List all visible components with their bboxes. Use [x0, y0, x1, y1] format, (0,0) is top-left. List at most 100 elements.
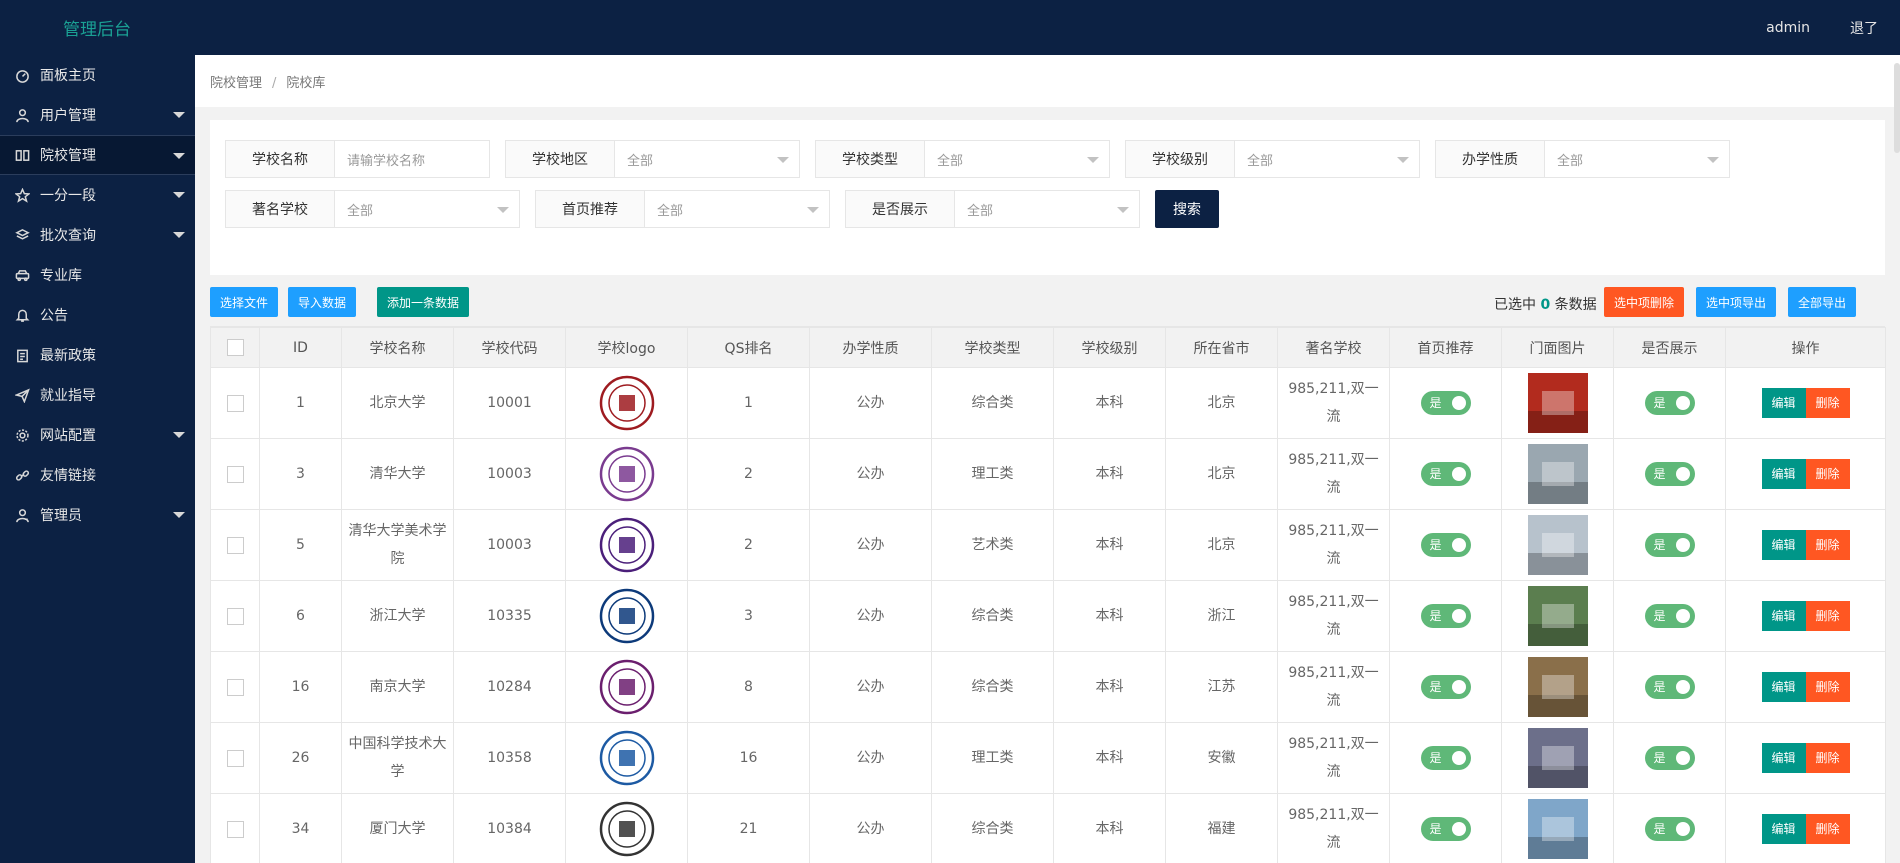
cell-photo: [1501, 651, 1614, 723]
recommend-toggle[interactable]: 是: [1420, 746, 1471, 770]
edit-button[interactable]: 编辑: [1761, 672, 1806, 702]
delete-selected-button[interactable]: 选中项删除: [1604, 287, 1685, 317]
breadcrumb-parent[interactable]: 院校管理: [210, 76, 262, 91]
chevron-down-icon[interactable]: [173, 192, 185, 198]
toggle-label: 是: [1653, 467, 1666, 481]
delete-button[interactable]: 删除: [1805, 530, 1850, 560]
delete-button[interactable]: 删除: [1805, 672, 1850, 702]
level-select[interactable]: 全部: [1235, 140, 1420, 178]
search-button[interactable]: 搜索: [1155, 190, 1219, 228]
school-logo-image: [598, 445, 656, 503]
gear-icon: [14, 427, 30, 443]
recommend-toggle[interactable]: 是: [1420, 533, 1471, 557]
row-checkbox[interactable]: [226, 607, 244, 625]
school-name-input[interactable]: 请输学校名称: [335, 140, 490, 178]
delete-button[interactable]: 删除: [1805, 814, 1850, 844]
chevron-down-icon[interactable]: [173, 512, 185, 518]
sidebar-item-2[interactable]: 院校管理: [0, 135, 195, 175]
recommend-toggle[interactable]: 是: [1420, 817, 1471, 841]
row-checkbox[interactable]: [226, 465, 244, 483]
chevron-down-icon[interactable]: [173, 112, 185, 118]
sidebar-item-0[interactable]: 面板主页: [0, 55, 195, 95]
choose-file-button[interactable]: 选择文件: [210, 287, 279, 317]
sidebar-item-9[interactable]: 网站配置: [0, 415, 195, 455]
row-checkbox[interactable]: [226, 820, 244, 838]
edit-button[interactable]: 编辑: [1761, 814, 1806, 844]
storefront-image[interactable]: [1527, 373, 1588, 433]
breadcrumb-separator: /: [272, 76, 277, 91]
recommend-toggle[interactable]: 是: [1420, 675, 1471, 699]
edit-button[interactable]: 编辑: [1761, 530, 1806, 560]
storefront-image[interactable]: [1527, 515, 1588, 575]
delete-button[interactable]: 删除: [1805, 459, 1850, 489]
storefront-image[interactable]: [1527, 799, 1588, 859]
delete-button[interactable]: 删除: [1805, 601, 1850, 631]
chevron-down-icon[interactable]: [173, 432, 185, 438]
edit-button[interactable]: 编辑: [1761, 459, 1806, 489]
storefront-image[interactable]: [1527, 657, 1588, 717]
edit-button[interactable]: 编辑: [1761, 601, 1806, 631]
row-checkbox[interactable]: [226, 394, 244, 412]
dashboard-icon: [14, 67, 30, 83]
sidebar-item-3[interactable]: 一分一段: [0, 175, 195, 215]
recommend-select[interactable]: 全部: [645, 190, 830, 228]
layers-icon: [14, 227, 30, 243]
delete-button[interactable]: 删除: [1805, 388, 1850, 418]
cell-type: 理工类: [931, 438, 1054, 510]
header-select-all[interactable]: [210, 327, 260, 368]
page-scrollbar[interactable]: [1894, 63, 1900, 153]
sidebar-item-11[interactable]: 管理员: [0, 495, 195, 535]
edit-button[interactable]: 编辑: [1761, 388, 1806, 418]
sidebar-item-4[interactable]: 批次查询: [0, 215, 195, 255]
show-toggle[interactable]: 是: [1644, 817, 1695, 841]
row-select-cell: [210, 367, 260, 439]
famous-select[interactable]: 全部: [335, 190, 520, 228]
cell-type: 综合类: [931, 367, 1054, 439]
chevron-down-icon[interactable]: [173, 153, 185, 159]
toggle-knob: [1675, 822, 1690, 836]
show-select-value: 全部: [967, 203, 994, 219]
sidebar-item-7[interactable]: 最新政策: [0, 335, 195, 375]
show-toggle[interactable]: 是: [1644, 462, 1695, 486]
select-all-checkbox[interactable]: [226, 339, 244, 356]
recommend-toggle[interactable]: 是: [1420, 391, 1471, 415]
show-toggle[interactable]: 是: [1644, 604, 1695, 628]
region-select[interactable]: 全部: [615, 140, 800, 178]
export-selected-button[interactable]: 选中项导出: [1696, 287, 1777, 317]
row-checkbox[interactable]: [226, 678, 244, 696]
sidebar-item-8[interactable]: 就业指导: [0, 375, 195, 415]
add-record-button[interactable]: 添加一条数据: [377, 287, 470, 317]
cell-photo: [1501, 438, 1614, 510]
sidebar-item-6[interactable]: 公告: [0, 295, 195, 335]
user-name[interactable]: admin: [1766, 20, 1810, 36]
type-select[interactable]: 全部: [925, 140, 1110, 178]
cell-logo: [565, 509, 688, 581]
import-data-button[interactable]: 导入数据: [288, 287, 357, 317]
show-toggle[interactable]: 是: [1644, 391, 1695, 415]
show-select[interactable]: 全部: [955, 190, 1140, 228]
storefront-image[interactable]: [1527, 586, 1588, 646]
nature-select[interactable]: 全部: [1545, 140, 1730, 178]
cell-qs: 1: [687, 367, 810, 439]
storefront-image[interactable]: [1527, 444, 1588, 504]
edit-button[interactable]: 编辑: [1761, 743, 1806, 773]
storefront-image[interactable]: [1527, 728, 1588, 788]
show-toggle[interactable]: 是: [1644, 675, 1695, 699]
row-checkbox[interactable]: [226, 536, 244, 554]
table-row: 1 北京大学 10001 1 公办 综合类 本科 北京 985,211,双一流是是编辑 删除: [210, 367, 1886, 439]
recommend-toggle[interactable]: 是: [1420, 604, 1471, 628]
export-all-button[interactable]: 全部导出: [1788, 287, 1857, 317]
cell-city: 浙江: [1165, 580, 1278, 652]
chevron-down-icon[interactable]: [173, 232, 185, 238]
sidebar-item-5[interactable]: 专业库: [0, 255, 195, 295]
show-toggle[interactable]: 是: [1644, 533, 1695, 557]
sidebar-item-10[interactable]: 友情链接: [0, 455, 195, 495]
logout-link[interactable]: 退了: [1850, 18, 1878, 38]
row-checkbox[interactable]: [226, 749, 244, 767]
recommend-toggle[interactable]: 是: [1420, 462, 1471, 486]
cell-show: 是: [1613, 367, 1726, 439]
show-toggle[interactable]: 是: [1644, 746, 1695, 770]
sidebar-item-1[interactable]: 用户管理: [0, 95, 195, 135]
brand-title[interactable]: 管理后台: [63, 15, 131, 40]
delete-button[interactable]: 删除: [1805, 743, 1850, 773]
